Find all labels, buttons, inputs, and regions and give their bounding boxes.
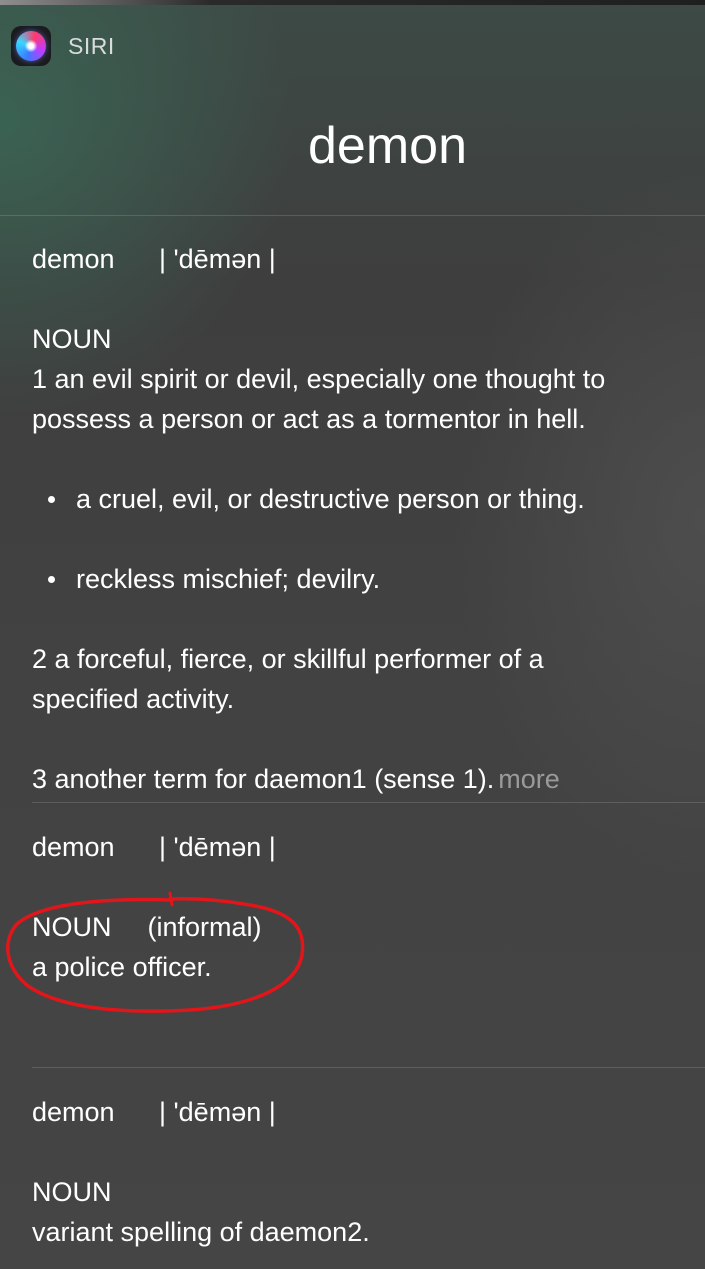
entry-3-headword: demon | 'dēmən | xyxy=(32,1097,276,1127)
pronunciation: | 'dēmən | xyxy=(159,1097,276,1127)
entry-3-pos: NOUN xyxy=(32,1177,112,1207)
hand-drawn-circle-annotation xyxy=(6,891,305,1013)
entry-divider xyxy=(32,1067,705,1068)
entry-3-definition: variant spelling of daemon2. xyxy=(32,1217,370,1247)
